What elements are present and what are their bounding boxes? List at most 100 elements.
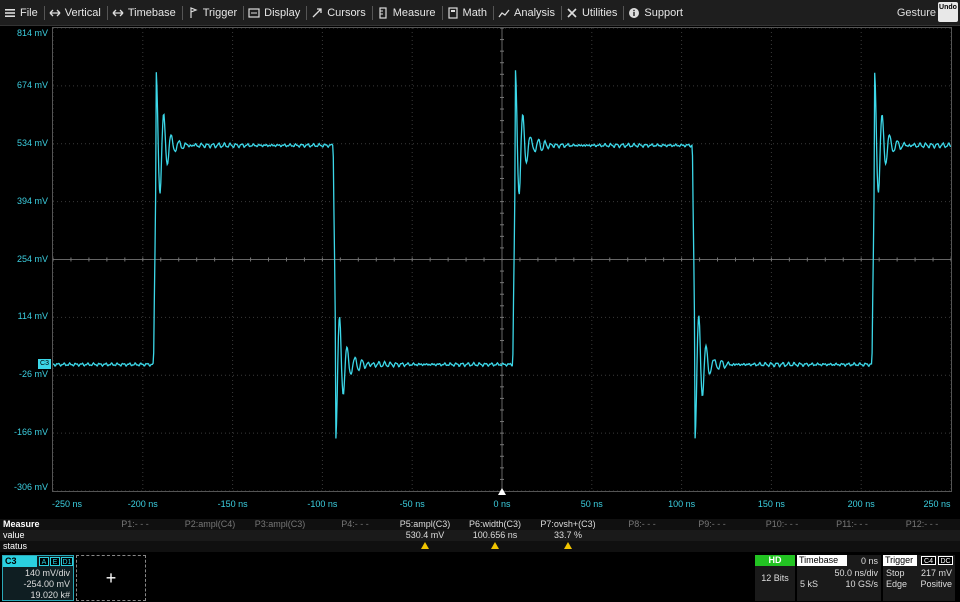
menu-item-vertical[interactable]: Vertical bbox=[45, 0, 107, 26]
channel-offset: -254.00 mV bbox=[23, 579, 70, 589]
measure-param-label[interactable]: P5:ampl(C3) bbox=[385, 519, 465, 530]
measure-param-label[interactable]: P6:width(C3) bbox=[455, 519, 535, 530]
bit-depth: 12 Bits bbox=[761, 573, 789, 583]
x-tick-label: -50 ns bbox=[399, 499, 425, 509]
hd-badge: HD bbox=[755, 555, 795, 566]
warning-icon bbox=[491, 542, 499, 549]
channel-c3-descriptor[interactable]: C3 A E D1 140 mV/div -254.00 mV 19.020 k… bbox=[2, 555, 74, 601]
measure-header-row: Measure P1:- - - P2:ampl(C4) P3:ampl(C3) P4… bbox=[0, 519, 960, 530]
trigger-title: Trigger bbox=[883, 555, 917, 566]
y-tick-label: 114 mV bbox=[17, 311, 48, 322]
menu-item-display[interactable]: Display bbox=[244, 0, 306, 26]
channel-count: 19.020 k# bbox=[30, 590, 70, 600]
channel-tag-a: A bbox=[39, 557, 49, 566]
waveform-plot bbox=[53, 28, 951, 491]
channel-name: C3 bbox=[3, 556, 37, 567]
acquisition-mode-box[interactable]: HD 12 Bits bbox=[755, 555, 795, 601]
x-tick-label: 200 ns bbox=[847, 499, 875, 509]
trigger-type: Edge bbox=[886, 579, 908, 589]
menu-item-utilities[interactable]: Utilities bbox=[562, 0, 623, 26]
measure-param-value: 530.4 mV bbox=[405, 530, 445, 540]
waveform-grid[interactable] bbox=[52, 27, 952, 492]
measure-param-label[interactable]: P2:ampl(C4) bbox=[170, 519, 250, 530]
trigger-position-marker[interactable] bbox=[498, 488, 506, 495]
x-tick-label: 150 ns bbox=[757, 499, 785, 509]
measure-status-row: status bbox=[0, 541, 960, 552]
measure-title: Measure bbox=[3, 519, 40, 529]
menu-item-timebase[interactable]: Timebase bbox=[108, 0, 182, 26]
menu-item-label: Trigger bbox=[202, 6, 238, 19]
measure-param-label[interactable]: P3:ampl(C3) bbox=[240, 519, 320, 530]
x-tick-label: 100 ns bbox=[668, 499, 696, 509]
y-tick-label: 394 mV bbox=[16, 195, 48, 206]
x-tick-label: -250 ns bbox=[51, 499, 83, 509]
x-tick-label: 0 ns bbox=[493, 499, 511, 509]
menu-item-label: Vertical bbox=[64, 6, 101, 19]
y-tick-label: 254 mV bbox=[16, 253, 48, 264]
measure-param-label[interactable]: P11:- - - bbox=[812, 519, 892, 530]
menu-item-measure[interactable]: Measure bbox=[373, 0, 442, 26]
y-tick-label: -166 mV bbox=[13, 427, 48, 438]
menu-item-cursors[interactable]: Cursors bbox=[307, 0, 372, 26]
hamburger-icon bbox=[4, 7, 16, 19]
timebase-delay: 0 ns bbox=[860, 556, 878, 566]
add-trace-button[interactable]: + bbox=[76, 555, 146, 601]
y-tick-label: -306 mV bbox=[13, 482, 48, 492]
measure-param-label[interactable]: P7:ovsh+(C3) bbox=[528, 519, 608, 530]
measure-param-label[interactable]: P12:- - - bbox=[882, 519, 960, 530]
measure-param-label[interactable]: P4:- - - bbox=[315, 519, 395, 530]
measure-param-label[interactable]: P1:- - - bbox=[95, 519, 175, 530]
vertical-arrows-icon bbox=[49, 7, 61, 19]
measure-param-value: 33.7 % bbox=[553, 530, 583, 540]
menu-item-label: Support bbox=[644, 6, 683, 19]
x-tick-label: 250 ns bbox=[923, 499, 951, 509]
display-icon bbox=[248, 7, 260, 19]
undo-button[interactable]: Undo bbox=[938, 2, 958, 22]
measure-table[interactable]: Measure P1:- - - P2:ampl(C4) P3:ampl(C3) P4… bbox=[0, 519, 960, 554]
value-row-label: value bbox=[3, 530, 25, 540]
menu-item-label: Measure bbox=[392, 6, 436, 19]
channel-vdiv: 140 mV/div bbox=[24, 568, 70, 578]
gesture-label[interactable]: Gesture bbox=[897, 7, 936, 19]
channel-tag-d1: D1 bbox=[61, 557, 73, 566]
menu-item-label: Math bbox=[462, 6, 487, 19]
menu-item-analysis[interactable]: Analysis bbox=[494, 0, 561, 26]
status-row-label: status bbox=[3, 541, 28, 551]
analysis-icon bbox=[498, 7, 510, 19]
trigger-channel-tag: C4 bbox=[921, 556, 936, 565]
cursor-icon bbox=[311, 7, 323, 19]
math-icon bbox=[447, 6, 459, 19]
x-tick-label: -150 ns bbox=[217, 499, 248, 509]
timebase-samples: 5 kS bbox=[800, 579, 819, 589]
warning-icon bbox=[421, 542, 429, 549]
measure-param-value: 100.656 ns bbox=[472, 530, 518, 540]
menu-item-support[interactable]: Support bbox=[624, 0, 689, 26]
x-tick-label: 50 ns bbox=[580, 499, 603, 509]
menu-item-file[interactable]: File bbox=[0, 0, 44, 26]
timebase-box[interactable]: Timebase 0 ns 50.0 ns/div 5 kS 10 GS/s bbox=[797, 555, 881, 601]
y-tick-label: -26 mV bbox=[18, 369, 48, 380]
channel-tag-e: E bbox=[50, 557, 60, 566]
trigger-slope: Positive bbox=[920, 579, 952, 589]
y-tick-label: 674 mV bbox=[16, 79, 48, 90]
menu-item-label: Timebase bbox=[127, 6, 176, 19]
trigger-coupling-tag: DC bbox=[938, 556, 953, 565]
warning-icon bbox=[564, 542, 572, 549]
y-tick-label: 534 mV bbox=[16, 137, 48, 148]
trigger-box[interactable]: Trigger C4 DC Stop 217 mV Edge Positive bbox=[883, 555, 955, 601]
x-tick-label: -100 ns bbox=[307, 499, 338, 509]
menu-item-label: File bbox=[20, 6, 38, 19]
measure-icon bbox=[377, 6, 389, 19]
menu-item-label: Cursors bbox=[327, 6, 366, 19]
measure-param-label[interactable]: P10:- - - bbox=[742, 519, 822, 530]
menu-item-trigger[interactable]: Trigger bbox=[183, 0, 243, 26]
measure-value-row: value 530.4 mV 100.656 ns 33.7 % bbox=[0, 530, 960, 541]
timebase-title: Timebase bbox=[797, 555, 847, 566]
measure-param-label[interactable]: P9:- - - bbox=[672, 519, 752, 530]
menu-item-label: Utilities bbox=[581, 6, 618, 19]
info-icon bbox=[628, 7, 640, 19]
measure-param-label[interactable]: P8:- - - bbox=[602, 519, 682, 530]
channel-ground-marker-label[interactable]: C3 bbox=[38, 358, 51, 369]
menu-item-math[interactable]: Math bbox=[443, 0, 493, 26]
menu-item-label: Display bbox=[264, 6, 301, 19]
